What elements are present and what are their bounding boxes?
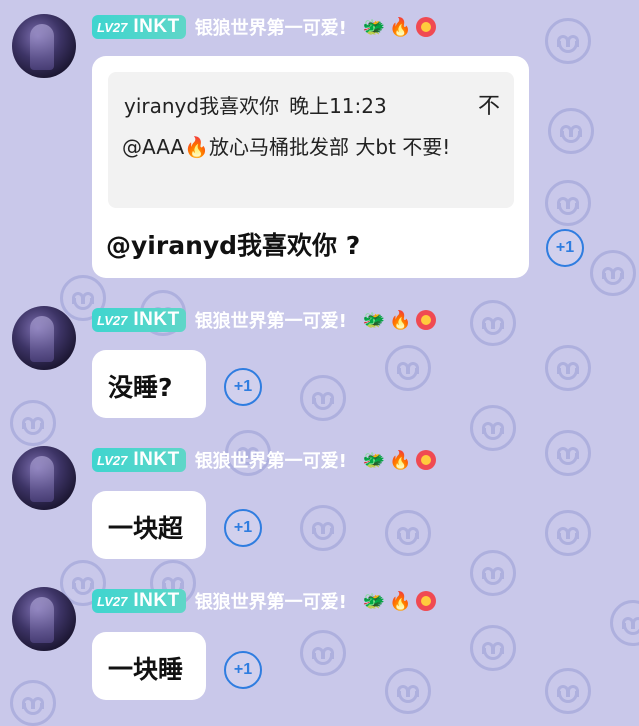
level-tag: LV27 INKT [92,589,186,613]
sender-header: LV27 INKT 银狼世界第一可爱! 🐲 🔥 [92,14,436,40]
quoted-message[interactable]: yiranyd我喜欢你 晚上11:23 不 @AAA🔥放心马桶批发部 大bt 不要… [108,72,514,208]
message-text: 一块睡 [108,655,184,684]
dragon-icon: 🐲 [362,309,386,331]
badge-group: 🐲 🔥 [363,591,436,612]
message-text: @yiranyd我喜欢你 ? [106,231,361,260]
sender-name[interactable]: 银狼世界第一可爱! [195,588,347,614]
avatar[interactable] [12,14,76,78]
plus-one-button[interactable]: +1 [224,368,262,406]
dragon-icon: 🐲 [362,590,386,612]
sender-header: LV27 INKT 银狼世界第一可爱! 🐲 🔥 [92,307,436,333]
message-text: 一块超 [108,514,184,543]
flower-icon [415,17,436,37]
level-tag: LV27 INKT [92,15,186,39]
plus-one-button[interactable]: +1 [224,651,262,689]
sender-header: LV27 INKT 银狼世界第一可爱! 🐲 🔥 [92,588,436,614]
quote-pin-icon[interactable]: 不 [478,88,500,120]
fire-icon: 🔥 [389,309,412,331]
flower-icon [415,450,436,470]
sender-name[interactable]: 银狼世界第一可爱! [195,14,347,40]
quote-time: 晚上11:23 [289,94,387,118]
plus-one-button[interactable]: +1 [224,509,262,547]
fire-icon: 🔥 [389,590,412,612]
quote-author: yiranyd我喜欢你 [124,94,280,118]
dragon-icon: 🐲 [362,449,386,471]
level-tag: LV27 INKT [92,448,186,472]
quote-text: @AAA🔥放心马桶批发部 大bt 不要! [122,135,451,159]
badge-group: 🐲 🔥 [363,17,436,38]
fire-icon: 🔥 [389,16,412,38]
sender-name[interactable]: 银狼世界第一可爱! [195,447,347,473]
badge-group: 🐲 🔥 [363,310,436,331]
avatar[interactable] [12,587,76,651]
sender-header: LV27 INKT 银狼世界第一可爱! 🐲 🔥 [92,447,436,473]
message-bubble[interactable]: 一块超 [92,491,206,559]
dragon-icon: 🐲 [362,16,386,38]
badge-group: 🐲 🔥 [363,450,436,471]
sender-name[interactable]: 银狼世界第一可爱! [195,307,347,333]
flower-icon [415,310,436,330]
message-bubble[interactable]: 一块睡 [92,632,206,700]
message-text: 没睡? [108,373,173,402]
avatar[interactable] [12,306,76,370]
flower-icon [415,591,436,611]
plus-one-button[interactable]: +1 [546,229,584,267]
avatar[interactable] [12,446,76,510]
message-bubble[interactable]: yiranyd我喜欢你 晚上11:23 不 @AAA🔥放心马桶批发部 大bt 不要… [92,56,529,278]
message-bubble[interactable]: 没睡? [92,350,206,418]
level-tag: LV27 INKT [92,308,186,332]
fire-icon: 🔥 [389,449,412,471]
